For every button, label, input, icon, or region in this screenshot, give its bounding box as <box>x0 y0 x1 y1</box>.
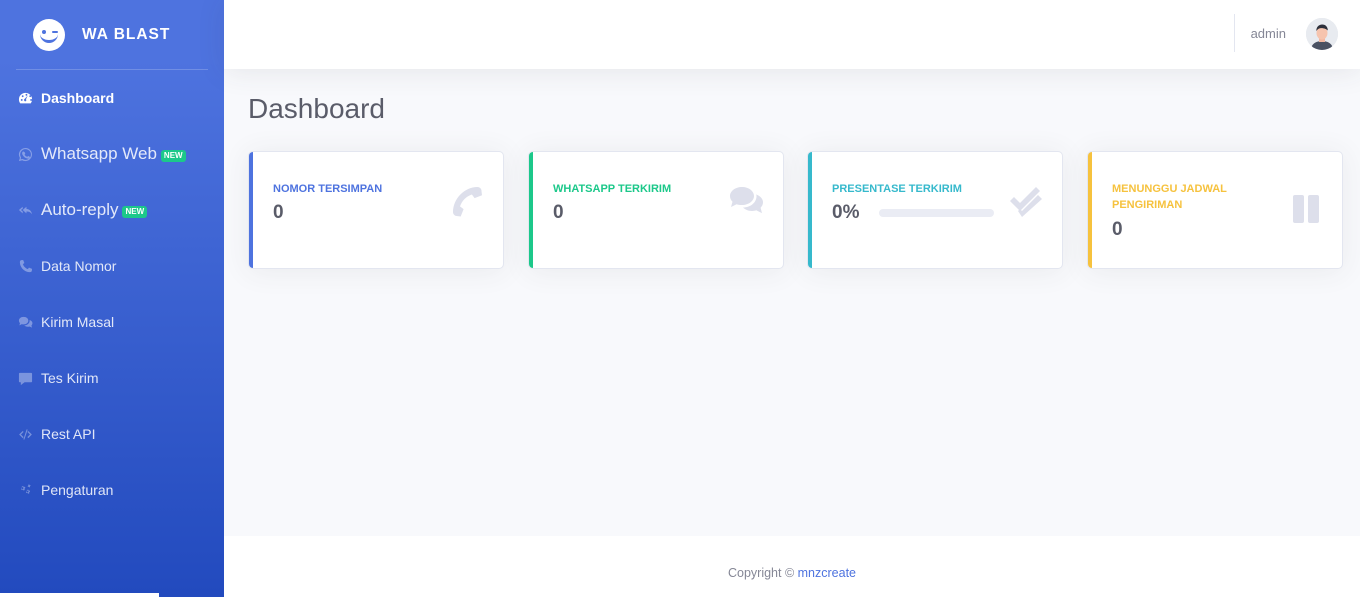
user-avatar-icon <box>1306 18 1338 50</box>
sidebar-item-data-nomor[interactable]: Data Nomor <box>0 238 224 294</box>
comments-icon <box>16 313 34 331</box>
card-value: 0% <box>832 202 860 223</box>
page-title: Dashboard <box>248 93 385 124</box>
sidebar-item-dashboard[interactable]: Dashboard <box>0 70 224 126</box>
code-icon <box>16 425 34 443</box>
reply-all-icon <box>16 201 34 219</box>
card-menunggu-jadwal: MENUNGGU JADWAL PENGIRIMAN 0 <box>1087 151 1343 269</box>
sidebar-item-pengaturan[interactable]: Pengaturan <box>0 462 224 518</box>
card-accent <box>1088 152 1092 268</box>
card-value: 0 <box>273 202 284 223</box>
card-title: PRESENTASE TERKIRIM <box>832 183 962 195</box>
comment-icon <box>16 369 34 387</box>
card-accent <box>249 152 253 268</box>
sidebar-scrollbar[interactable] <box>0 593 159 597</box>
sidebar-item-label: Rest API <box>41 426 96 442</box>
sidebar-item-kirim-masal[interactable]: Kirim Masal <box>0 294 224 350</box>
new-badge: NEW <box>160 150 186 162</box>
brand-link[interactable]: WA BLAST <box>0 0 224 69</box>
card-value: 0 <box>1112 219 1123 240</box>
sidebar-item-whatsapp-web[interactable]: Whatsapp Web NEW <box>0 126 224 182</box>
card-title: NOMOR TERSIMPAN <box>273 183 383 195</box>
sidebar-item-label: Whatsapp Web <box>41 144 157 163</box>
topbar-divider <box>1234 14 1235 52</box>
check-double-icon <box>1008 183 1044 219</box>
phone-icon <box>449 183 485 219</box>
card-accent <box>808 152 812 268</box>
copyright-link[interactable]: mnzcreate <box>798 566 856 580</box>
sidebar-item-label: Tes Kirim <box>41 370 99 386</box>
card-accent <box>529 152 533 268</box>
sidebar-item-tes-kirim[interactable]: Tes Kirim <box>0 350 224 406</box>
pause-icon <box>1288 191 1324 227</box>
sidebar-item-rest-api[interactable]: Rest API <box>0 406 224 462</box>
card-nomor-tersimpan: NOMOR TERSIMPAN 0 <box>248 151 504 269</box>
cogs-icon <box>16 481 34 499</box>
sidebar-item-label: Data Nomor <box>41 258 117 274</box>
sidebar: WA BLAST Dashboard Whatsapp Web NEW Auto… <box>0 0 224 597</box>
whatsapp-icon <box>16 145 34 163</box>
brand-name: WA BLAST <box>82 25 171 43</box>
avatar[interactable] <box>1306 18 1338 50</box>
topbar: admin <box>224 0 1360 69</box>
card-title: WHATSAPP TERKIRIM <box>553 183 672 195</box>
card-whatsapp-terkirim: WHATSAPP TERKIRIM 0 <box>528 151 784 269</box>
phone-icon <box>16 257 34 275</box>
sidebar-item-label: Dashboard <box>41 90 115 106</box>
progress-bar <box>879 209 994 217</box>
card-value: 0 <box>553 202 564 223</box>
sidebar-item-auto-reply[interactable]: Auto-reply NEW <box>0 182 224 238</box>
comments-icon <box>729 183 765 219</box>
card-title: MENUNGGU JADWAL PENGIRIMAN <box>1112 183 1227 211</box>
sidebar-item-label: Kirim Masal <box>41 314 115 330</box>
sidebar-item-label: Pengaturan <box>41 482 114 498</box>
laugh-wink-icon <box>33 18 65 51</box>
footer: Copyright © mnzcreate <box>224 536 1360 597</box>
card-presentase-terkirim: PRESENTASE TERKIRIM 0% <box>807 151 1063 269</box>
new-badge: NEW <box>122 206 148 218</box>
copyright-text: Copyright © <box>727 566 798 580</box>
tachometer-icon <box>16 89 34 107</box>
user-name[interactable]: admin <box>1251 26 1286 41</box>
sidebar-nav: Dashboard Whatsapp Web NEW Auto-reply NE… <box>0 70 224 518</box>
sidebar-item-label: Auto-reply <box>41 200 119 219</box>
copyright: Copyright © mnzcreate <box>224 566 1360 580</box>
